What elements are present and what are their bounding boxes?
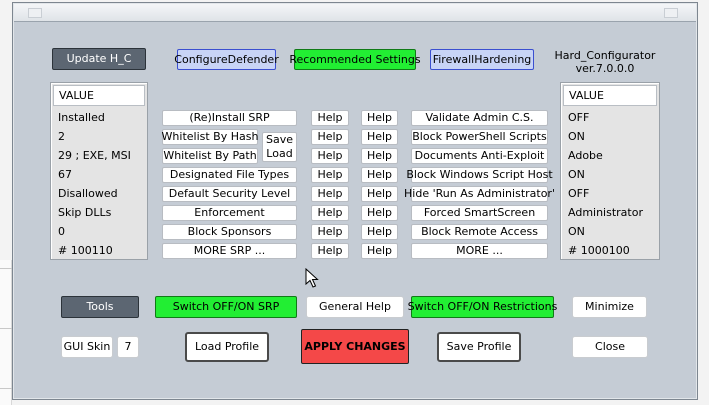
- title-bar-control: [28, 8, 42, 18]
- help-button-powershell[interactable]: Help: [361, 129, 398, 145]
- background-divider: [0, 268, 12, 269]
- save-load-whitelist-button[interactable]: Save Load: [262, 132, 297, 162]
- help-button-security-level[interactable]: Help: [311, 186, 349, 202]
- close-button[interactable]: Close: [572, 336, 648, 358]
- gui-skin-label: GUI Skin: [61, 336, 113, 358]
- right-value-powershell: ON: [568, 130, 585, 143]
- app-name: Hard_Configurator: [554, 49, 656, 62]
- help-button-more[interactable]: Help: [361, 243, 398, 259]
- minimize-button[interactable]: Minimize: [572, 296, 647, 318]
- right-value-validate-admin: OFF: [568, 111, 590, 124]
- main-client-area: Update H_C ConfigureDefender Recommended…: [14, 22, 696, 394]
- right-panel-header: VALUE: [563, 85, 657, 106]
- title-bar-control: [664, 8, 678, 18]
- gui-skin-value[interactable]: 7: [117, 336, 139, 358]
- help-button-run-as-admin[interactable]: Help: [361, 186, 398, 202]
- right-value-smartscreen: Administrator: [568, 206, 643, 219]
- left-value-sponsors: 0: [58, 225, 65, 238]
- right-value-more: # 1000100: [568, 244, 630, 257]
- apply-changes-button[interactable]: APPLY CHANGES: [301, 329, 409, 364]
- forced-smartscreen-button[interactable]: Forced SmartScreen: [411, 205, 548, 221]
- left-values-panel: VALUE Installed 2 29 ; EXE, MSI 67 Disal…: [50, 82, 148, 260]
- switch-srp-button[interactable]: Switch OFF/ON SRP: [155, 296, 297, 318]
- left-value-designated: 67: [58, 168, 72, 181]
- enforcement-button[interactable]: Enforcement: [162, 205, 297, 221]
- whitelist-by-path-button[interactable]: Whitelist By Path: [162, 148, 258, 164]
- left-value-more-srp: # 100110: [58, 244, 113, 257]
- recommended-settings-button[interactable]: Recommended Settings: [289, 49, 421, 70]
- documents-anti-exploit-button[interactable]: Documents Anti-Exploit: [411, 148, 548, 164]
- validate-admin-button[interactable]: Validate Admin C.S.: [411, 110, 548, 126]
- right-value-anti-exploit: Adobe: [568, 149, 603, 162]
- help-button-anti-exploit[interactable]: Help: [361, 148, 398, 164]
- background-divider: [0, 388, 12, 389]
- general-help-button[interactable]: General Help: [306, 296, 404, 318]
- app-version: ver.7.0.0.0: [575, 62, 635, 75]
- help-button-sponsors[interactable]: Help: [311, 224, 349, 240]
- right-value-wsh: ON: [568, 168, 585, 181]
- left-value-srp-install: Installed: [58, 111, 105, 124]
- load-label: Load: [266, 147, 293, 160]
- left-panel-header: VALUE: [53, 85, 145, 106]
- block-sponsors-button[interactable]: Block Sponsors: [162, 224, 297, 240]
- firewall-hardening-button[interactable]: FirewallHardening: [430, 49, 534, 70]
- background-app-strip: [0, 260, 12, 405]
- help-button-whitelist-hash[interactable]: Help: [311, 129, 349, 145]
- help-button-srp-install[interactable]: Help: [311, 110, 349, 126]
- left-value-file-types: 29 ; EXE, MSI: [58, 149, 131, 162]
- help-button-enforcement[interactable]: Help: [311, 205, 349, 221]
- left-value-whitelist: 2: [58, 130, 65, 143]
- help-button-validate-admin[interactable]: Help: [361, 110, 398, 126]
- help-button-whitelist-path[interactable]: Help: [311, 148, 349, 164]
- whitelist-by-hash-button[interactable]: Whitelist By Hash: [162, 129, 258, 145]
- hide-run-as-admin-button[interactable]: Hide 'Run As Administrator': [404, 186, 555, 202]
- block-powershell-button[interactable]: Block PowerShell Scripts: [411, 129, 548, 145]
- more-srp-button[interactable]: MORE SRP ...: [162, 243, 297, 259]
- load-profile-button[interactable]: Load Profile: [185, 332, 269, 362]
- block-wsh-button[interactable]: Block Windows Script Host: [406, 167, 553, 183]
- designated-file-types-button[interactable]: Designated File Types: [162, 167, 297, 183]
- help-button-wsh[interactable]: Help: [361, 167, 398, 183]
- right-values-panel: VALUE OFF ON Adobe ON OFF Administrator …: [560, 82, 660, 260]
- left-value-security-level: Disallowed: [58, 187, 118, 200]
- default-security-level-button[interactable]: Default Security Level: [162, 186, 297, 202]
- mouse-cursor-icon: [305, 267, 319, 291]
- right-value-remote-access: ON: [568, 225, 585, 238]
- block-remote-access-button[interactable]: Block Remote Access: [411, 224, 548, 240]
- help-button-more-srp[interactable]: Help: [311, 243, 349, 259]
- right-value-run-as-admin: OFF: [568, 187, 590, 200]
- help-button-file-types[interactable]: Help: [311, 167, 349, 183]
- title-bar[interactable]: [14, 4, 696, 22]
- help-button-smartscreen[interactable]: Help: [361, 205, 398, 221]
- save-profile-button[interactable]: Save Profile: [437, 332, 521, 362]
- configure-defender-button[interactable]: ConfigureDefender: [174, 49, 279, 70]
- reinstall-srp-button[interactable]: (Re)Install SRP: [162, 110, 297, 126]
- tools-button[interactable]: Tools: [61, 296, 139, 318]
- update-button[interactable]: Update H_C: [52, 48, 146, 70]
- save-label: Save: [265, 133, 293, 146]
- switch-restrictions-button[interactable]: Switch OFF/ON Restrictions: [408, 296, 557, 318]
- help-button-remote-access[interactable]: Help: [361, 224, 398, 240]
- background-divider: [0, 328, 12, 329]
- left-value-enforcement: Skip DLLs: [58, 206, 112, 219]
- more-restrictions-button[interactable]: MORE ...: [411, 243, 548, 259]
